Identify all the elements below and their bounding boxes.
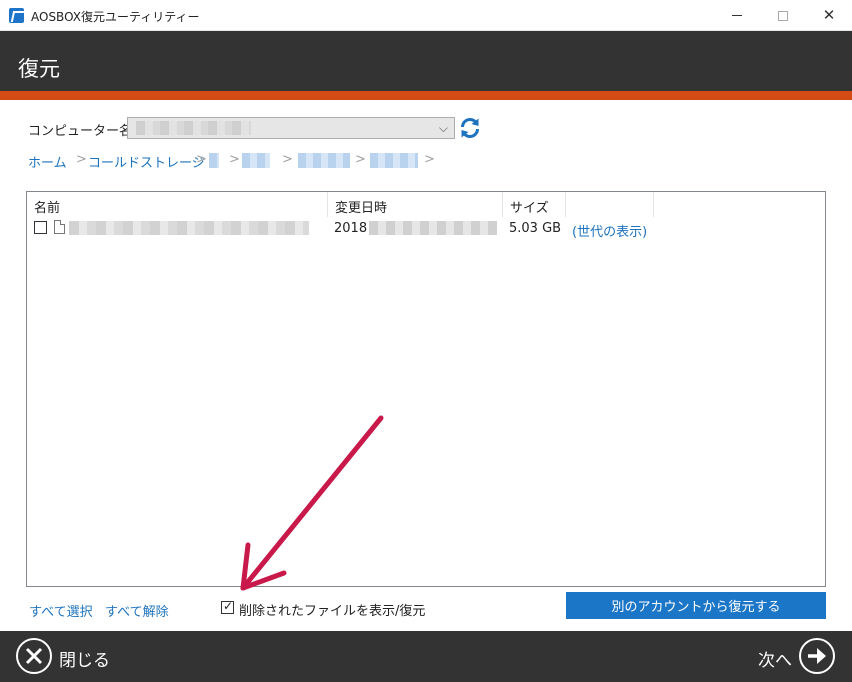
close-x-icon <box>25 647 43 665</box>
page-title: 復元 <box>18 57 60 81</box>
table-row[interactable]: 2018 5.03 GB (世代の表示) <box>27 218 825 240</box>
breadcrumb-item-redacted[interactable] <box>242 153 270 168</box>
deselect-all-link[interactable]: すべて解除 <box>105 601 169 620</box>
column-header-modified[interactable]: 変更日時 <box>328 192 503 217</box>
row-checkbox[interactable] <box>34 221 47 234</box>
file-icon <box>54 220 65 234</box>
bottom-bar: 閉じる 次へ <box>0 631 852 682</box>
breadcrumb-item-redacted[interactable] <box>370 153 418 168</box>
refresh-icon[interactable] <box>458 116 482 140</box>
minimize-button[interactable] <box>714 0 760 31</box>
breadcrumb-separator: > <box>282 152 293 167</box>
page-header: 復元 <box>0 31 852 91</box>
close-circle-icon[interactable] <box>16 638 52 674</box>
breadcrumb-home[interactable]: ホーム <box>28 152 67 171</box>
next-button-label[interactable]: 次へ <box>758 646 792 671</box>
breadcrumb-separator: > <box>196 152 207 167</box>
close-icon: ✕ <box>822 6 836 24</box>
select-all-link[interactable]: すべて選択 <box>29 601 93 620</box>
breadcrumb-item-redacted[interactable] <box>298 153 350 168</box>
breadcrumb-separator: > <box>76 152 87 167</box>
file-name-redacted <box>69 221 309 235</box>
modified-date-redacted <box>369 221 497 235</box>
computer-name-label: コンピューター名: <box>28 124 137 139</box>
arrow-right-circle-icon[interactable] <box>799 638 835 674</box>
column-header-name[interactable]: 名前 <box>27 192 328 217</box>
column-header-extra <box>566 192 654 217</box>
window-title: AOSBOX復元ユーティリティー <box>31 10 200 24</box>
file-size: 5.03 GB <box>509 221 562 236</box>
chevron-down-icon: ⌵ <box>438 121 448 135</box>
window-close-button[interactable]: ✕ <box>806 0 852 31</box>
column-header-size[interactable]: サイズ <box>503 192 566 217</box>
show-deleted-label[interactable]: 削除されたファイルを表示/復元 <box>239 600 425 619</box>
breadcrumb-cold-storage[interactable]: コールドストレージ <box>88 152 205 171</box>
computer-name-value-redacted <box>136 121 251 135</box>
accent-bar <box>0 91 852 100</box>
minimize-icon <box>732 15 742 16</box>
file-list[interactable]: 名前 変更日時 サイズ 2018 5.03 GB (世代の表示) <box>26 191 826 587</box>
app-icon <box>9 8 24 23</box>
breadcrumb-separator: > <box>355 152 366 167</box>
breadcrumb-separator: > <box>229 152 240 167</box>
show-deleted-checkbox[interactable] <box>221 599 234 614</box>
computer-name-select[interactable]: ⌵ <box>127 117 455 139</box>
restore-from-other-account-button[interactable]: 別のアカウントから復元する <box>566 592 826 619</box>
close-button-label[interactable]: 閉じる <box>59 646 110 671</box>
maximize-icon <box>778 10 788 21</box>
maximize-button[interactable] <box>760 0 806 31</box>
breadcrumb-item-redacted[interactable] <box>209 153 219 168</box>
arrow-right-icon <box>808 648 826 664</box>
title-bar: AOSBOX復元ユーティリティー ✕ <box>0 0 852 31</box>
show-generations-link[interactable]: (世代の表示) <box>572 221 647 240</box>
breadcrumb-separator: > <box>424 152 435 167</box>
modified-date: 2018 <box>334 221 368 236</box>
